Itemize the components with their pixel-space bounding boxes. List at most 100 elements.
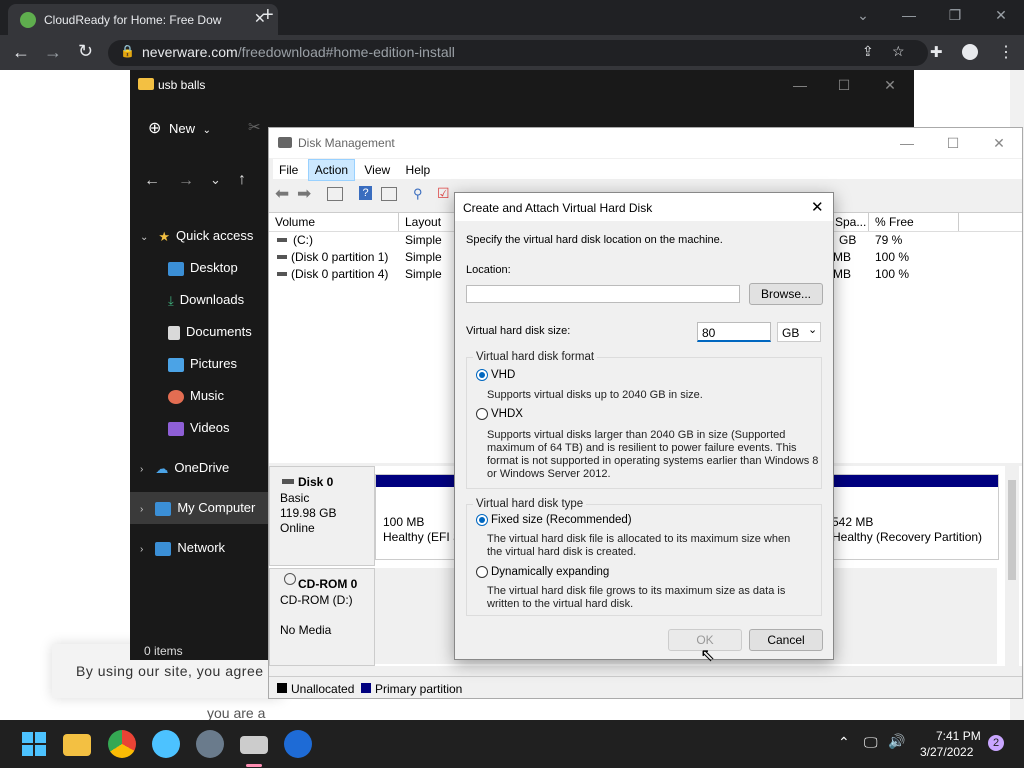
nav-music[interactable]: Music	[130, 380, 268, 412]
explorer-new-button[interactable]: ⊕ New ⌄	[148, 118, 211, 138]
desktop-icon	[168, 261, 184, 276]
nav-pictures[interactable]: Pictures	[130, 348, 268, 380]
drive-icon	[277, 255, 287, 259]
explorer-close-icon[interactable]: ✕	[880, 70, 900, 100]
toolbar-help-icon[interactable]: ?	[359, 186, 372, 200]
menu-action[interactable]: Action	[307, 159, 356, 181]
nav-network[interactable]: › Network	[130, 532, 268, 564]
nav-up-icon[interactable]: ↑	[238, 171, 246, 189]
nav-videos[interactable]: Videos	[130, 412, 268, 444]
cell-spa: MB	[833, 267, 851, 281]
windows-tile	[35, 732, 46, 743]
nav-desktop[interactable]: Desktop	[130, 252, 268, 284]
display-icon[interactable]: 🖵	[864, 734, 878, 751]
size-input[interactable]: 80	[697, 322, 771, 342]
location-input[interactable]	[466, 285, 740, 303]
nav-documents[interactable]: Documents	[130, 316, 268, 348]
clock-time[interactable]: 7:41 PM	[936, 729, 981, 743]
close-window-icon[interactable]: ✕	[990, 0, 1012, 30]
menu-help[interactable]: Help	[400, 160, 437, 180]
cloud-app-icon[interactable]	[284, 730, 312, 758]
toolbar-list-icon[interactable]	[327, 187, 343, 201]
notification-badge[interactable]: 2	[988, 735, 1004, 751]
new-label: New	[169, 121, 196, 136]
clock-date[interactable]: 3/27/2022	[920, 745, 973, 759]
restore-icon[interactable]: ❐	[944, 0, 966, 30]
nav-recent-icon[interactable]: ⌄	[210, 172, 221, 188]
share-icon[interactable]: ⇪	[862, 43, 874, 60]
col-volume[interactable]: Volume	[269, 213, 399, 231]
chrome-icon[interactable]	[108, 730, 136, 758]
forward-arrow-icon[interactable]: →	[44, 42, 62, 63]
cancel-button[interactable]: Cancel	[749, 629, 823, 651]
lock-icon: 🔒	[120, 44, 135, 58]
bookmark-star-icon[interactable]: ☆	[892, 43, 905, 60]
new-tab-button[interactable]: +	[262, 4, 274, 27]
unit-select[interactable]: GB ⌄	[777, 322, 821, 342]
explorer-maximize-icon[interactable]: ☐	[834, 70, 854, 100]
fixed-size-radio[interactable]	[476, 514, 488, 526]
nav-label: Quick access	[176, 228, 254, 243]
cdrom-media: No Media	[280, 623, 332, 637]
dynamic-radio[interactable]	[476, 566, 488, 578]
nav-quick-access[interactable]: ⌄ ★ Quick access	[130, 220, 268, 252]
toolbar-back-icon[interactable]: ⬅	[275, 184, 289, 204]
nav-forward-icon[interactable]: →	[178, 172, 194, 190]
address-bar[interactable]: 🔒 neverware.com/freedownload#home-editio…	[108, 40, 928, 66]
partition-recovery[interactable]: 542 MB Healthy (Recovery Partition)	[827, 474, 999, 560]
disk0-label[interactable]: Disk 0 Basic 119.98 GB Online	[269, 466, 375, 566]
start-windows-icon[interactable]	[20, 730, 48, 758]
tips-bulb-icon[interactable]	[152, 730, 180, 758]
explorer-minimize-icon[interactable]: —	[790, 70, 810, 100]
toolbar-forward-icon[interactable]: ➡	[297, 184, 311, 204]
toolbar-properties-icon[interactable]	[381, 187, 397, 201]
nav-label: Downloads	[179, 292, 245, 307]
scrollbar-thumb[interactable]	[1008, 480, 1016, 580]
cdrom-label[interactable]: CD-ROM 0 CD-ROM (D:) No Media	[269, 568, 375, 666]
cut-icon[interactable]: ✂	[248, 118, 261, 136]
col-spa[interactable]: Spa...	[829, 213, 869, 231]
extensions-icon[interactable]: ✚	[930, 43, 943, 61]
dialog-title: Create and Attach Virtual Hard Disk	[463, 201, 653, 215]
nav-my-computer[interactable]: › My Computer	[130, 492, 268, 524]
col-free[interactable]: % Free	[869, 213, 959, 231]
nav-back-icon[interactable]: ←	[144, 172, 160, 190]
file-explorer-icon[interactable]	[63, 734, 91, 756]
toolbar-connect-icon[interactable]: ⚲	[413, 186, 423, 202]
menu-view[interactable]: View	[358, 160, 396, 180]
nav-downloads[interactable]: ⤓ Downloads	[130, 284, 268, 316]
dynamic-label[interactable]: Dynamically expanding	[491, 566, 609, 578]
profile-icon[interactable]	[962, 44, 978, 60]
settings-gear-icon[interactable]	[196, 730, 224, 758]
vhd-radio[interactable]	[476, 369, 488, 381]
dm-minimize-icon[interactable]: —	[895, 128, 919, 158]
dm-close-icon[interactable]: ✕	[987, 128, 1011, 158]
browse-button[interactable]: Browse...	[749, 283, 823, 305]
tab-search-icon[interactable]: ⌄	[852, 0, 874, 30]
reload-icon[interactable]: ↻	[78, 41, 93, 62]
dialog-close-icon[interactable]: ✕	[811, 198, 824, 216]
toolbar-check-icon[interactable]: ☑	[437, 185, 450, 202]
vhd-label[interactable]: VHD	[491, 369, 515, 381]
expand-chevron-icon: ›	[140, 504, 144, 515]
menu-kebab-icon[interactable]: ⋮	[998, 42, 1014, 62]
cell-layout: Simple	[405, 233, 442, 247]
back-arrow-icon[interactable]: ←	[12, 42, 30, 63]
col-layout[interactable]: Layout	[399, 213, 459, 231]
vhdx-description: Supports virtual disks larger than 2040 …	[487, 429, 819, 480]
minimize-icon[interactable]: —	[898, 0, 920, 30]
nav-onedrive[interactable]: › ☁ OneDrive	[130, 452, 268, 484]
windows-tile	[22, 745, 33, 756]
vhdx-label[interactable]: VHDX	[491, 408, 523, 420]
cdrom-drive: CD-ROM (D:)	[280, 593, 353, 607]
volume-icon[interactable]: 🔊	[888, 733, 905, 750]
tray-chevron-up-icon[interactable]: ⌃	[838, 734, 850, 751]
browser-tab[interactable]: CloudReady for Home: Free Dow ✕	[8, 4, 278, 35]
disk-management-taskbar-icon[interactable]	[240, 736, 268, 754]
disk0-size: 119.98 GB	[280, 506, 337, 520]
dm-maximize-icon[interactable]: ☐	[941, 128, 965, 158]
menu-file[interactable]: File	[273, 160, 304, 180]
dm-scrollbar[interactable]	[1005, 466, 1019, 666]
fixed-size-label[interactable]: Fixed size (Recommended)	[491, 514, 632, 526]
vhdx-radio[interactable]	[476, 408, 488, 420]
